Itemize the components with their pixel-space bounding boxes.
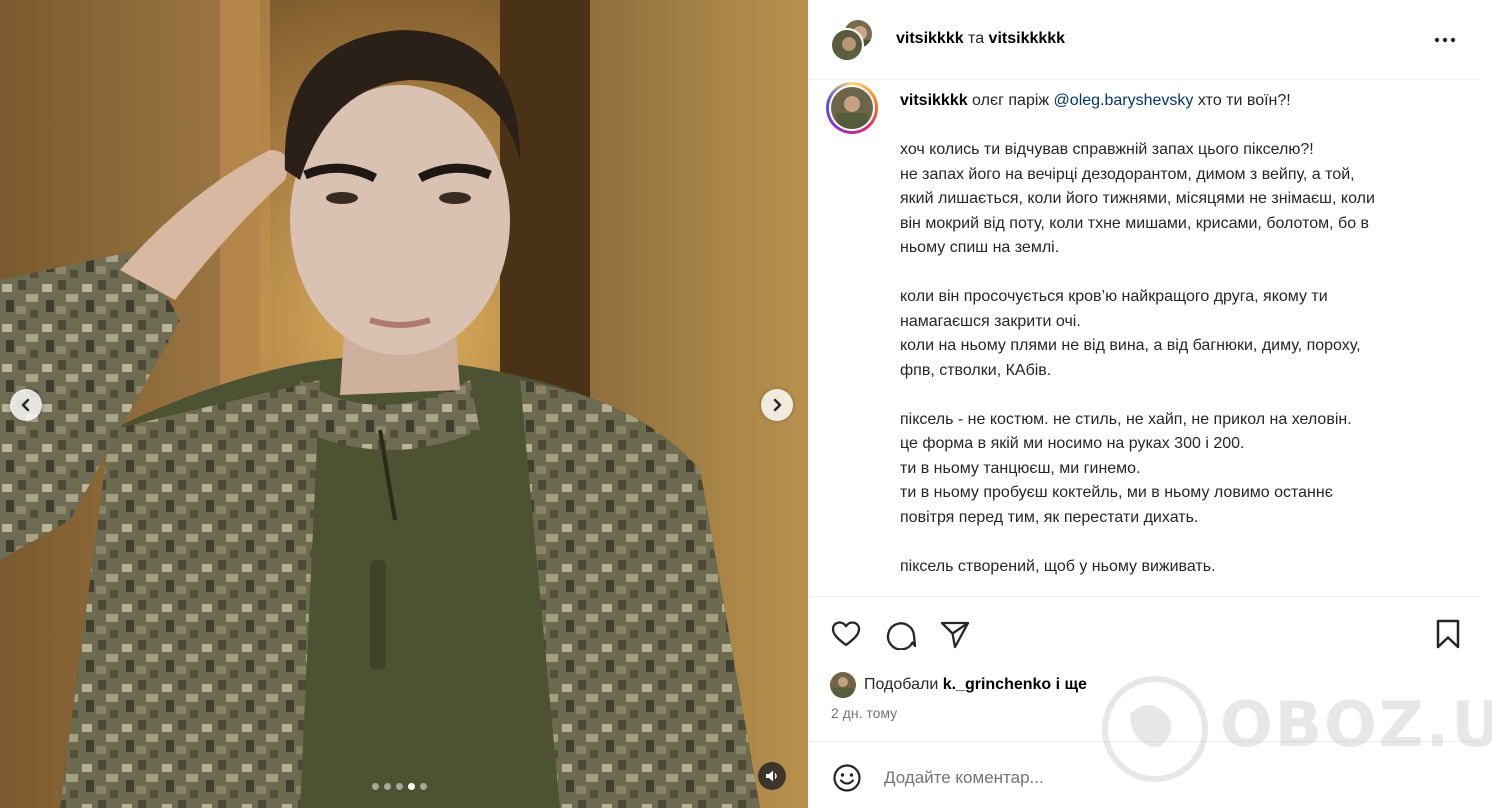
sound-toggle-button[interactable]	[758, 762, 786, 790]
caption-intro-end: хто ти воїн?!	[1193, 92, 1291, 109]
username-link[interactable]: vitsikkkk	[896, 30, 964, 47]
liker-username[interactable]: k._grinchenko	[943, 676, 1051, 693]
caption-paragraph: коли він просочується кров’ю найкращого …	[900, 285, 1460, 383]
slide-dot	[396, 783, 403, 790]
collab-usernames: vitsikkkk та vitsikkkkk	[896, 29, 1065, 49]
more-horizontal-icon[interactable]	[1432, 28, 1458, 52]
caption-paragraph: хоч колись ти відчував справжній запах ц…	[900, 138, 1460, 261]
caption-line: ти в ньому пробуєш коктейль, ми в ньому …	[900, 484, 1333, 501]
mention-link[interactable]: @oleg.baryshevsky	[1054, 92, 1194, 109]
caption-line: коли на ньому плями не від вина, а від б…	[900, 337, 1361, 354]
caption-text: vitsikkkk олєг паріж @oleg.baryshevsky х…	[900, 89, 1460, 579]
chevron-left-icon	[21, 398, 30, 412]
caption-line: коли він просочується кров’ю найкращого …	[900, 288, 1328, 305]
caption-line: піксель створений, щоб у ньому виживать.	[900, 557, 1216, 575]
post-header: vitsikkkk та vitsikkkkk	[808, 0, 1480, 80]
speaker-icon	[766, 770, 777, 782]
smiley-icon[interactable]	[832, 763, 862, 793]
caption-line: він мокрий від поту, коли тхне мишами, к…	[900, 214, 1370, 232]
caption-paragraph: піксель - не костюм. не стиль, не хайп, …	[900, 408, 1460, 531]
chevron-right-icon	[773, 398, 782, 412]
bookmark-icon[interactable]	[1432, 618, 1464, 650]
caption-line: не запах його на вечірці дезодорантом, д…	[900, 165, 1355, 183]
action-bar	[808, 598, 1480, 658]
comment-composer	[808, 741, 1480, 808]
caption-line: хоч колись ти відчував справжній запах ц…	[900, 141, 1314, 158]
caption-avatar[interactable]	[826, 82, 878, 134]
conjunction-text: та	[963, 30, 989, 47]
caption-line: ти в ньому танцюєш, ми гинемо.	[900, 459, 1141, 477]
likes-summary: Подобали k._grinchenko і ще	[830, 671, 1087, 699]
slide-dot-active	[408, 783, 415, 790]
post-side-panel: vitsikkkk та vitsikkkkk vitsikkkk олєг п…	[808, 0, 1492, 808]
caption-line: повітря перед тим, як перестати дихать.	[900, 508, 1199, 526]
caption-first-line: vitsikkkk олєг паріж @oleg.baryshevsky х…	[900, 89, 1460, 114]
caption-username[interactable]: vitsikkkk	[900, 92, 968, 109]
avatar[interactable]	[830, 28, 864, 62]
username-link[interactable]: vitsikkkkk	[989, 30, 1066, 47]
comment-bubble-icon[interactable]	[885, 618, 917, 650]
previous-slide-button[interactable]	[10, 389, 42, 421]
caption-line: піксель - не костюм. не стиль, не хайп, …	[900, 410, 1352, 428]
caption-line: це форма в якій ми носимо на руках 300 і…	[900, 435, 1245, 452]
slide-dot	[372, 783, 379, 790]
likes-text: Подобали k._grinchenko і ще	[864, 676, 1087, 694]
likes-prefix: Подобали	[864, 676, 943, 693]
heart-icon[interactable]	[830, 618, 862, 650]
post-photo	[0, 0, 808, 808]
caption-paragraph: піксель створений, щоб у ньому виживать.	[900, 555, 1460, 580]
avatar[interactable]	[830, 672, 856, 698]
slide-dot	[384, 783, 391, 790]
collab-avatars[interactable]	[830, 18, 876, 64]
post-timestamp[interactable]: 2 дн. тому	[831, 705, 897, 721]
caption-section: vitsikkkk олєг паріж @oleg.baryshevsky х…	[808, 80, 1480, 597]
caption-line: який лишається, коли його тижнями, місяц…	[900, 190, 1375, 207]
caption-line: ньому спиш на землі.	[900, 239, 1060, 256]
slide-dot	[420, 783, 427, 790]
comment-input[interactable]	[884, 764, 1444, 792]
paper-plane-icon[interactable]	[939, 618, 971, 650]
post-media[interactable]	[0, 0, 808, 808]
caption-intro: олєг паріж	[967, 92, 1054, 109]
caption-line: намагаєшся закрити очі.	[900, 312, 1081, 330]
likes-others-link[interactable]: і ще	[1051, 676, 1087, 693]
caption-body: хоч колись ти відчував справжній запах ц…	[900, 138, 1460, 579]
next-slide-button[interactable]	[761, 389, 793, 421]
slide-indicator	[372, 783, 427, 790]
caption-line: фпв, стволки, КАбів.	[900, 361, 1052, 379]
